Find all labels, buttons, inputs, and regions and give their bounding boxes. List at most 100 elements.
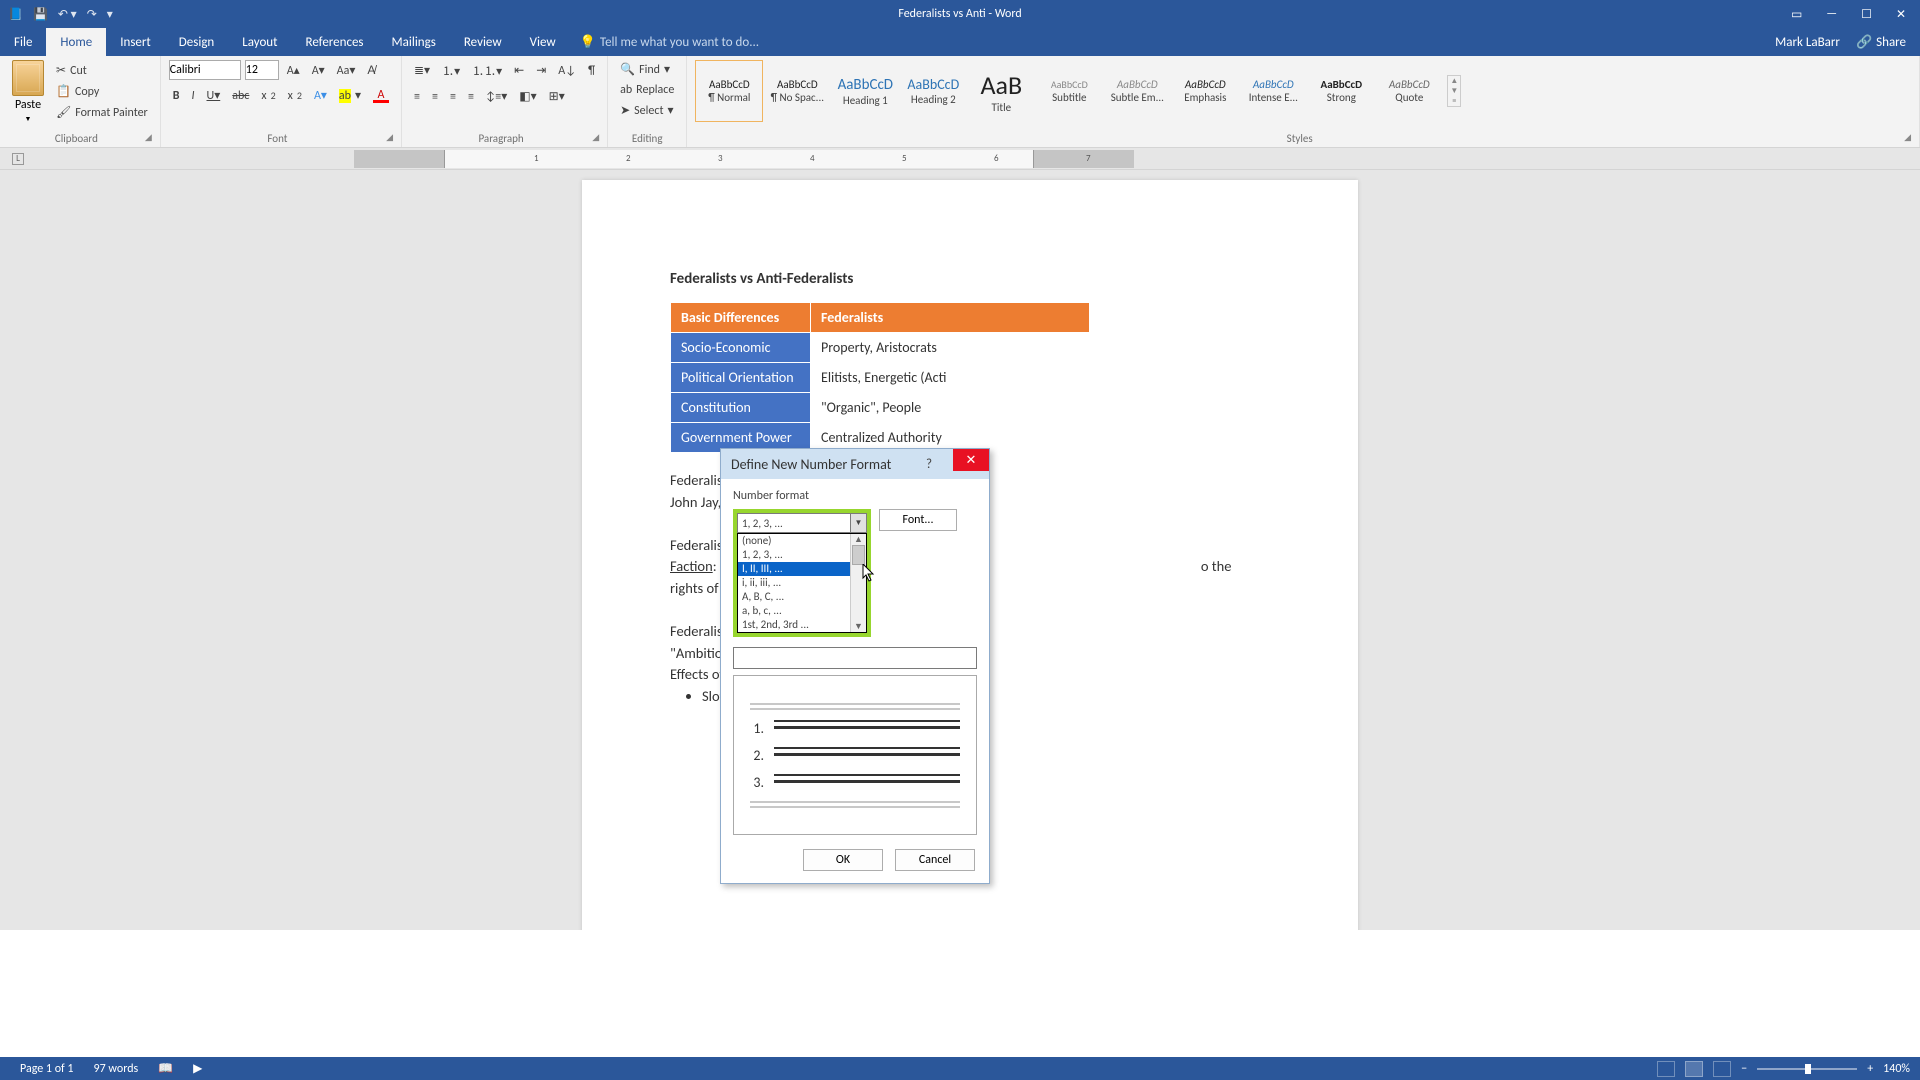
share-button[interactable]: 🔗 Share <box>1856 35 1906 50</box>
proofing-icon[interactable]: 📖 <box>148 1061 183 1076</box>
clear-format-icon[interactable]: A̸ <box>363 61 379 80</box>
decrease-indent-icon[interactable]: ⇤ <box>510 61 528 80</box>
option-ordinal[interactable]: 1st, 2nd, 3rd ... <box>738 618 866 632</box>
sort-icon[interactable]: A↓ <box>554 62 580 80</box>
borders-icon[interactable]: ⊞▾ <box>545 87 569 106</box>
dropdown-scrollbar[interactable]: ▲▼ <box>850 534 866 632</box>
line-spacing-icon[interactable]: ↕≡▾ <box>482 87 511 106</box>
style-subtle-em[interactable]: AaBbCcDSubtle Em... <box>1103 60 1171 122</box>
number-format-input[interactable] <box>733 647 977 669</box>
select-button[interactable]: ➤Select ▾ <box>616 101 678 120</box>
zoom-in-icon[interactable]: + <box>1867 1062 1873 1076</box>
tab-layout[interactable]: Layout <box>228 28 291 56</box>
font-launcher-icon[interactable]: ◢ <box>386 132 393 143</box>
macro-icon[interactable]: ▶ <box>183 1061 212 1076</box>
tell-me-search[interactable]: 💡 Tell me what you want to do... <box>570 28 769 56</box>
page-status[interactable]: Page 1 of 1 <box>10 1062 84 1076</box>
increase-indent-icon[interactable]: ⇥ <box>532 61 550 80</box>
italic-button[interactable]: I <box>187 87 198 105</box>
find-button[interactable]: 🔍Find ▾ <box>616 60 678 79</box>
tab-review[interactable]: Review <box>450 28 516 56</box>
style-strong[interactable]: AaBbCcDStrong <box>1307 60 1375 122</box>
shading-icon[interactable]: ◧▾ <box>515 87 540 106</box>
option-abc-upper[interactable]: A, B, C, ... <box>738 590 866 604</box>
font-size-combo[interactable] <box>245 60 279 80</box>
print-layout-icon[interactable] <box>1685 1061 1703 1077</box>
tab-selector[interactable]: L <box>12 153 24 165</box>
styles-gallery[interactable]: AaBbCcD¶ Normal AaBbCcD¶ No Spac... AaBb… <box>695 60 1443 122</box>
option-abc-lower[interactable]: a, b, c, ... <box>738 604 866 618</box>
user-label[interactable]: Mark LaBarr <box>1775 35 1840 50</box>
change-case-icon[interactable]: Aa▾ <box>333 61 360 80</box>
text-effects-icon[interactable]: A▾ <box>310 86 331 105</box>
tab-mailings[interactable]: Mailings <box>378 28 450 56</box>
option-roman-upper[interactable]: I, II, III, ... <box>738 562 866 576</box>
style-quote[interactable]: AaBbCcDQuote <box>1375 60 1443 122</box>
superscript-icon[interactable]: x2 <box>284 87 306 105</box>
style-normal[interactable]: AaBbCcD¶ Normal <box>695 60 763 122</box>
dialog-help-icon[interactable]: ? <box>921 457 937 472</box>
font-name-combo[interactable] <box>169 60 241 80</box>
option-roman-lower[interactable]: i, ii, iii, ... <box>738 576 866 590</box>
replace-button[interactable]: abReplace <box>616 81 678 99</box>
tab-design[interactable]: Design <box>165 28 228 56</box>
dialog-close-icon[interactable]: ✕ <box>953 449 989 471</box>
ok-button[interactable]: OK <box>803 849 883 871</box>
grow-font-icon[interactable]: A▴ <box>283 61 304 80</box>
align-left-icon[interactable]: ≡ <box>410 88 424 106</box>
justify-icon[interactable]: ≡ <box>464 88 478 106</box>
style-heading1[interactable]: AaBbCcDHeading 1 <box>831 60 899 122</box>
replace-icon: ab <box>620 83 632 97</box>
styles-launcher-icon[interactable]: ◢ <box>1904 132 1911 143</box>
show-marks-icon[interactable]: ¶ <box>584 62 599 80</box>
horizontal-ruler[interactable]: 1 2 3 4 5 6 7 <box>354 150 1134 168</box>
numbering-icon[interactable]: ⒈▾ <box>438 60 464 81</box>
tab-file[interactable]: File <box>0 28 46 56</box>
style-emphasis[interactable]: AaBbCcDEmphasis <box>1171 60 1239 122</box>
style-heading2[interactable]: AaBbCcDHeading 2 <box>899 60 967 122</box>
multilevel-icon[interactable]: ⒈⒈▾ <box>468 60 506 81</box>
font-group-label: Font <box>267 132 287 145</box>
paste-button[interactable]: Paste ▼ <box>8 60 48 123</box>
style-no-spacing[interactable]: AaBbCcD¶ No Spac... <box>763 60 831 122</box>
cancel-button[interactable]: Cancel <box>895 849 975 871</box>
paragraph-launcher-icon[interactable]: ◢ <box>592 132 599 143</box>
option-123[interactable]: 1, 2, 3, ... <box>738 548 866 562</box>
web-layout-icon[interactable] <box>1713 1061 1731 1077</box>
tab-references[interactable]: References <box>292 28 378 56</box>
strike-button[interactable]: abc <box>228 87 253 105</box>
vertical-ruler[interactable] <box>0 170 20 930</box>
highlight-icon[interactable]: ab▾ <box>335 86 365 105</box>
word-count[interactable]: 97 words <box>84 1062 149 1076</box>
clipboard-launcher-icon[interactable]: ◢ <box>145 132 152 143</box>
chevron-down-icon[interactable]: ▼ <box>850 514 866 532</box>
zoom-slider[interactable] <box>1757 1068 1857 1070</box>
number-style-combo[interactable]: 1, 2, 3, ... ▼ <box>737 513 867 533</box>
tab-view[interactable]: View <box>516 28 570 56</box>
read-mode-icon[interactable] <box>1657 1061 1675 1077</box>
styles-scroll[interactable]: ▲▼≡ <box>1447 75 1461 107</box>
style-subtitle[interactable]: AaBbCcDSubtitle <box>1035 60 1103 122</box>
font-button[interactable]: Font... <box>879 509 957 531</box>
cut-button[interactable]: ✂Cut <box>52 61 152 80</box>
tab-home[interactable]: Home <box>46 28 106 56</box>
tab-insert[interactable]: Insert <box>106 28 165 56</box>
bullets-icon[interactable]: ≣▾ <box>410 61 434 80</box>
style-intense-em[interactable]: AaBbCcDIntense E... <box>1239 60 1307 122</box>
subscript-icon[interactable]: x2 <box>257 87 279 105</box>
style-title[interactable]: AaBTitle <box>967 60 1035 122</box>
bold-button[interactable]: B <box>169 87 184 105</box>
zoom-level[interactable]: 140% <box>1883 1062 1910 1076</box>
underline-button[interactable]: U▾ <box>203 86 225 105</box>
clipboard-group-label: Clipboard <box>55 132 98 145</box>
format-painter-button[interactable]: 🖌Format Painter <box>52 103 152 122</box>
zoom-out-icon[interactable]: − <box>1741 1062 1747 1076</box>
copy-button[interactable]: 📋Copy <box>52 82 152 101</box>
option-none[interactable]: (none) <box>738 534 866 548</box>
table-header: Basic Differences <box>671 303 811 333</box>
align-right-icon[interactable]: ≡ <box>446 88 460 106</box>
align-center-icon[interactable]: ≡ <box>428 88 442 106</box>
shrink-font-icon[interactable]: A▾ <box>308 61 329 80</box>
number-style-dropdown[interactable]: (none) 1, 2, 3, ... I, II, III, ... i, i… <box>737 533 867 633</box>
font-color-icon[interactable]: A <box>369 86 393 105</box>
